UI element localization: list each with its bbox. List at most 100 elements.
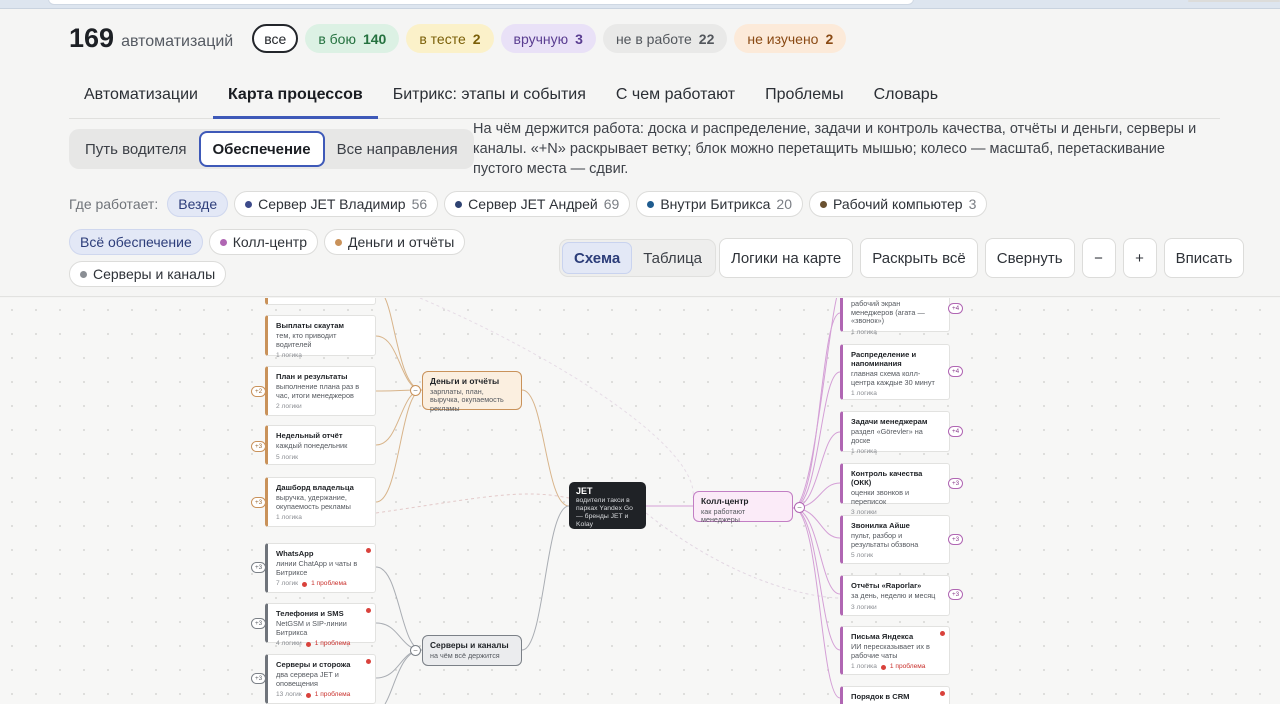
server-node-whatsapp[interactable]: WhatsApp линии ChatApp и чаты в Битриксе… [265, 543, 376, 593]
node-title: Серверы и сторожа [276, 660, 351, 669]
money-node-scout-payouts[interactable]: Выплаты скаутам тем, кто приводит водите… [265, 315, 376, 359]
location-dot-icon [245, 200, 253, 208]
location-server-andrey[interactable]: Сервер JET Андрей 69 [444, 191, 631, 217]
expand-all-button[interactable]: Раскрыть всё [860, 238, 978, 278]
supply-servers-channels[interactable]: Серверы и каналы [69, 261, 227, 287]
hub-title: Колл-центр [701, 496, 749, 506]
view-table[interactable]: Таблица [632, 242, 713, 274]
problem-dot-icon [302, 581, 308, 587]
expand-whatsapp-badge[interactable]: +3 [251, 562, 267, 573]
expand-weekly-report-badge[interactable]: +3 [251, 441, 267, 452]
tab-process-map[interactable]: Карта процессов [212, 79, 378, 119]
chip-label: Колл-центр [232, 234, 307, 250]
node-problem: 1 проблема [314, 640, 351, 647]
expand-telephony-badge[interactable]: +3 [251, 618, 267, 629]
collapse-money-toggle[interactable]: − [410, 385, 421, 396]
supply-call-center[interactable]: Колл-центр [208, 229, 318, 255]
expand-badge[interactable]: +3 [948, 534, 964, 545]
call-node-manager-tasks[interactable]: Задачи менеджерам раздел «Görevler» на д… [840, 411, 950, 455]
server-node-telephony[interactable]: Телефония и SMS NetGSM и SIP-линии Битри… [265, 603, 376, 647]
node-title: Порядок в CRM [851, 692, 910, 701]
location-inside-bitrix[interactable]: Внутри Битрикса 20 [636, 191, 803, 217]
location-dot-icon [820, 200, 827, 208]
location-server-vladimir[interactable]: Сервер JET Владимир 56 [234, 191, 439, 217]
expand-badge[interactable]: +4 [948, 366, 964, 377]
main-tabs: Автоматизации Карта процессов Битрикс: э… [69, 79, 1220, 119]
call-node-manager-screen[interactable]: рабочий экран менеджеров (агата — «звоно… [840, 298, 950, 336]
hub-money-reports[interactable]: Деньги и отчёты зарплаты, план, выручка,… [422, 371, 522, 412]
node-meta: 1 логика [276, 352, 302, 359]
root-node-jet[interactable]: JET водители такси в парках Yandex Go — … [569, 482, 646, 529]
expand-badge[interactable]: +4 [948, 426, 964, 437]
expand-badge[interactable]: +3 [948, 589, 964, 600]
call-node-quality-control[interactable]: Контроль качества (ОКК) оценки звонков и… [840, 463, 950, 516]
collapse-call-center-toggle[interactable]: − [794, 502, 805, 513]
hub-servers-channels[interactable]: Серверы и каналы на чём всё держится [422, 635, 522, 666]
filter-count: 3 [575, 30, 583, 47]
logic-on-map-button[interactable]: Логики на карте [719, 238, 854, 278]
filter-in-test[interactable]: в тесте 2 [406, 24, 494, 53]
money-node-plan-results[interactable]: План и результаты выполнение плана раз в… [265, 366, 376, 416]
expand-owner-dashboard-badge[interactable]: +3 [251, 497, 267, 508]
filter-not-working[interactable]: не в работе 22 [602, 24, 728, 53]
connector [792, 431, 841, 509]
problem-dot-icon [940, 691, 945, 696]
server-node-servers-watchdogs[interactable]: Серверы и сторожа два сервера JET и опов… [265, 654, 376, 704]
filter-all-label: все [264, 30, 287, 47]
process-map-canvas[interactable]: Выплаты скаутам тем, кто приводит водите… [0, 298, 1280, 704]
expand-servers-badge[interactable]: +3 [251, 673, 267, 684]
call-node-distribution[interactable]: Распределение и напоминания главная схем… [840, 344, 950, 400]
money-node-owner-dashboard[interactable]: Дашборд владельца выручка, удержание, ок… [265, 477, 376, 527]
segment-all-directions[interactable]: Все направления [325, 131, 470, 167]
call-node-ayshe-dialer[interactable]: Звонилка Айше пульт, разбор и результаты… [840, 515, 950, 564]
money-dot-icon [335, 238, 342, 246]
filter-all[interactable]: все [252, 24, 299, 53]
node-desc: тем, кто приводит водителей [276, 331, 337, 349]
segment-driver-path[interactable]: Путь водителя [73, 131, 199, 167]
tab-dictionary[interactable]: Словарь [859, 79, 953, 119]
top-strip-button[interactable] [1188, 0, 1280, 2]
money-node-partial[interactable] [265, 298, 376, 305]
node-title: Отчёты «Raporlar» [851, 581, 922, 590]
node-title: WhatsApp [276, 549, 314, 558]
hub-call-center[interactable]: Колл-центр как работают менеджеры [693, 491, 793, 524]
filter-not-studied[interactable]: не изучено 2 [734, 24, 847, 53]
filter-label: не в работе [615, 30, 692, 47]
tab-automations[interactable]: Автоматизации [69, 79, 213, 119]
tab-what-they-work-with[interactable]: С чем работают [601, 79, 750, 119]
call-node-raporlar[interactable]: Отчёты «Raporlar» за день, неделю и меся… [840, 575, 950, 616]
node-desc: два сервера JET и оповещения [276, 670, 339, 688]
money-node-weekly-report[interactable]: Недельный отчёт каждый понедельник 5 лог… [265, 425, 376, 465]
collapse-servers-toggle[interactable]: − [410, 645, 421, 656]
tab-bitrix-stages[interactable]: Битрикс: этапы и события [378, 79, 601, 119]
filter-label: в бою [318, 30, 356, 47]
supply-money-reports[interactable]: Деньги и отчёты [324, 229, 466, 255]
filter-in-production[interactable]: в бою 140 [305, 24, 400, 53]
expand-plan-results-badge[interactable]: +2 [251, 386, 267, 397]
connector [375, 335, 423, 391]
connector [384, 298, 423, 391]
address-field[interactable] [48, 0, 914, 5]
problem-dot-icon [366, 608, 371, 613]
filter-manual[interactable]: вручную 3 [500, 24, 596, 53]
expand-badge[interactable]: +3 [948, 478, 964, 489]
zoom-in-button[interactable]: + [1122, 238, 1157, 278]
problem-dot-icon [305, 641, 311, 647]
call-node-crm-order[interactable]: Порядок в CRM [840, 686, 950, 704]
segment-supply[interactable]: Обеспечение [198, 131, 325, 167]
chip-label: Внутри Битрикса [660, 196, 771, 212]
connector [521, 505, 570, 651]
automation-count: 169 [69, 23, 115, 53]
collapse-button[interactable]: Свернуть [984, 238, 1075, 278]
tab-problems[interactable]: Проблемы [750, 79, 858, 119]
expand-badge[interactable]: +4 [948, 303, 964, 314]
view-scheme[interactable]: Схема [562, 242, 633, 274]
view-toggle: Схема Таблица [559, 239, 717, 277]
fit-button[interactable]: Вписать [1163, 238, 1245, 278]
node-desc: за день, неделю и месяц [851, 591, 936, 600]
zoom-out-button[interactable]: − [1081, 238, 1116, 278]
location-work-computer[interactable]: Рабочий компьютер 3 [809, 191, 988, 217]
location-everywhere[interactable]: Везде [167, 191, 229, 217]
call-node-yandex-letters[interactable]: Письма Яндекса ИИ пересказывает их в раб… [840, 626, 950, 675]
supply-all[interactable]: Всё обеспечение [69, 229, 203, 255]
